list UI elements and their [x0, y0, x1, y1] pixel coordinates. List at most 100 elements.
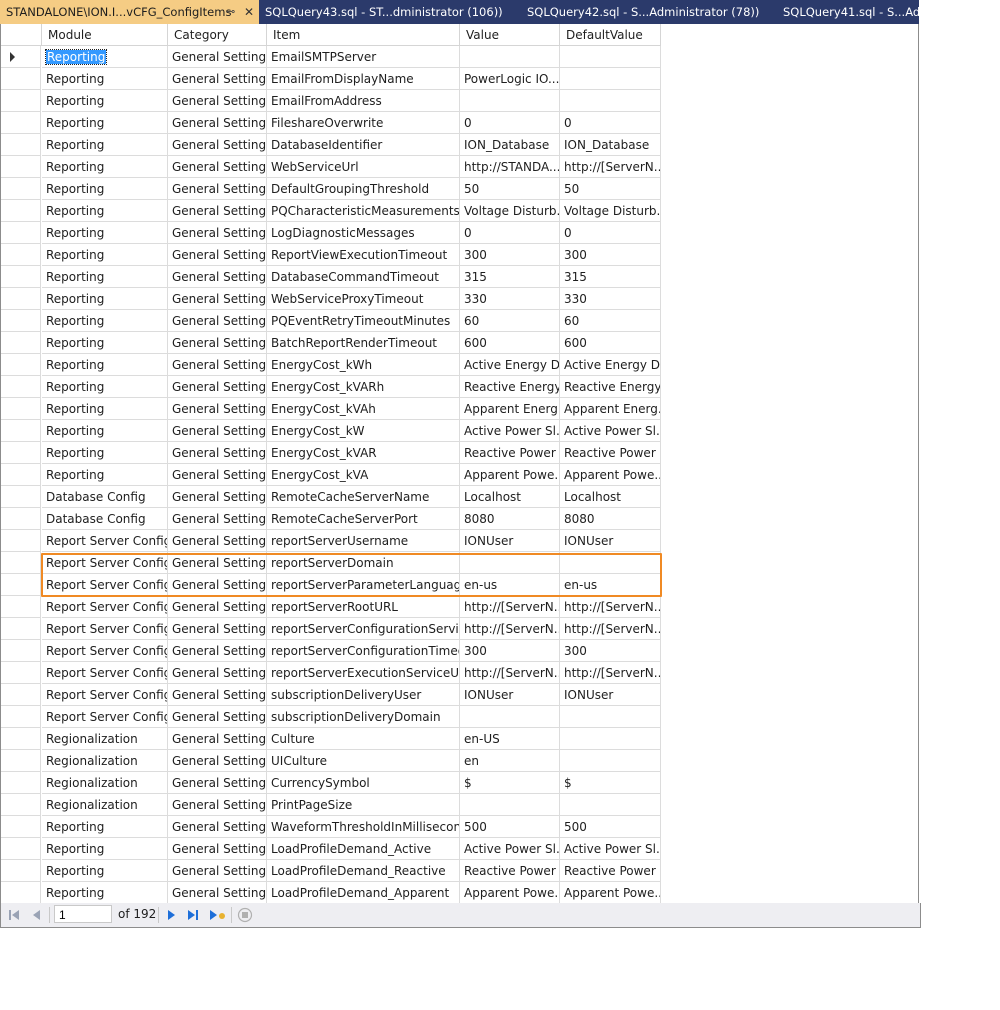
module-cell[interactable]: Report Server Config — [42, 640, 168, 662]
table-row[interactable]: Reporting General Settings EnergyCost_kVAh… — [1, 398, 661, 420]
value-cell[interactable]: Active Energy D... — [460, 354, 560, 376]
row-header[interactable] — [1, 464, 41, 486]
row-header[interactable] — [1, 662, 41, 684]
defaultvalue-cell[interactable]: Apparent Energ... — [560, 398, 661, 420]
category-cell[interactable]: General Settings — [168, 442, 267, 464]
defaultvalue-cell[interactable]: 300 — [560, 640, 661, 662]
previous-record-icon[interactable] — [30, 907, 44, 923]
table-row[interactable]: Report Server Config General Settings repo… — [1, 530, 661, 552]
row-header[interactable] — [1, 596, 41, 618]
item-cell[interactable]: WebServiceUrl — [267, 156, 460, 178]
table-row[interactable]: Reporting General Settings EnergyCost_kVAR… — [1, 442, 661, 464]
column-header-module[interactable]: Module — [42, 24, 168, 46]
defaultvalue-cell[interactable]: Reactive Power ... — [560, 442, 661, 464]
table-row[interactable]: Reporting General Settings LoadProfileDema… — [1, 838, 661, 860]
module-cell[interactable]: Reporting — [42, 222, 168, 244]
category-cell[interactable]: General Settings — [168, 860, 267, 882]
page-number-input[interactable]: 1 — [54, 905, 112, 923]
module-cell[interactable]: Reporting — [42, 420, 168, 442]
row-header[interactable] — [1, 530, 41, 552]
item-cell[interactable]: BatchReportRenderTimeout — [267, 332, 460, 354]
row-header[interactable] — [1, 816, 41, 838]
category-cell[interactable]: General Settings — [168, 772, 267, 794]
defaultvalue-cell[interactable] — [560, 706, 661, 728]
item-cell[interactable]: DatabaseCommandTimeout — [267, 266, 460, 288]
module-cell[interactable]: Reporting — [42, 134, 168, 156]
defaultvalue-cell[interactable] — [560, 794, 661, 816]
defaultvalue-cell[interactable]: 8080 — [560, 508, 661, 530]
value-cell[interactable]: 0 — [460, 112, 560, 134]
table-row[interactable]: Reporting General Settings EmailFromAddres… — [1, 90, 661, 112]
stop-icon[interactable] — [237, 907, 253, 923]
item-cell[interactable]: ReportViewExecutionTimeout — [267, 244, 460, 266]
module-cell[interactable]: Reporting — [42, 882, 168, 904]
category-cell[interactable]: General Settings — [168, 640, 267, 662]
row-header[interactable] — [1, 354, 41, 376]
category-cell[interactable]: General Settings — [168, 68, 267, 90]
category-cell[interactable]: General Settings — [168, 728, 267, 750]
value-cell[interactable]: Localhost — [460, 486, 560, 508]
item-cell[interactable]: subscriptionDeliveryDomain — [267, 706, 460, 728]
row-header[interactable] — [1, 552, 41, 574]
category-cell[interactable]: General Settings — [168, 222, 267, 244]
pin-icon[interactable]: ⊸ — [226, 0, 235, 24]
last-record-icon[interactable] — [186, 907, 200, 923]
category-cell[interactable]: General Settings — [168, 332, 267, 354]
module-cell[interactable]: Report Server Config — [42, 618, 168, 640]
value-cell[interactable]: en — [460, 750, 560, 772]
category-cell[interactable]: General Settings — [168, 398, 267, 420]
category-cell[interactable]: General Settings — [168, 266, 267, 288]
table-row[interactable]: Reporting General Settings FileshareOverwr… — [1, 112, 661, 134]
tab-sqlquery43[interactable]: SQLQuery43.sql - ST...dministrator (106)… — [259, 0, 521, 24]
category-cell[interactable]: General Settings — [168, 574, 267, 596]
new-record-icon[interactable] — [208, 907, 226, 923]
row-header[interactable] — [1, 486, 41, 508]
value-cell[interactable]: http://STANDA... — [460, 156, 560, 178]
value-cell[interactable]: IONUser — [460, 684, 560, 706]
table-row[interactable]: Reporting General Settings LoadProfileDema… — [1, 860, 661, 882]
category-cell[interactable]: General Settings — [168, 684, 267, 706]
table-row[interactable]: Regionalization General Settings PrintPage… — [1, 794, 661, 816]
item-cell[interactable]: PrintPageSize — [267, 794, 460, 816]
module-cell[interactable]: Reporting — [42, 68, 168, 90]
category-cell[interactable]: General Settings — [168, 354, 267, 376]
module-cell[interactable]: Reporting — [42, 332, 168, 354]
value-cell[interactable]: 315 — [460, 266, 560, 288]
defaultvalue-cell[interactable]: Active Energy D... — [560, 354, 661, 376]
table-row[interactable]: Report Server Config General Settings repo… — [1, 618, 661, 640]
item-cell[interactable]: reportServerExecutionServiceURL — [267, 662, 460, 684]
module-cell[interactable]: Database Config — [42, 508, 168, 530]
row-header[interactable] — [1, 860, 41, 882]
module-cell[interactable]: Reporting — [42, 860, 168, 882]
row-header[interactable] — [1, 838, 41, 860]
defaultvalue-cell[interactable]: 500 — [560, 816, 661, 838]
module-cell[interactable]: Reporting — [42, 816, 168, 838]
item-cell[interactable]: RemoteCacheServerPort — [267, 508, 460, 530]
item-cell[interactable]: RemoteCacheServerName — [267, 486, 460, 508]
defaultvalue-cell[interactable]: 60 — [560, 310, 661, 332]
row-header[interactable] — [1, 178, 41, 200]
defaultvalue-cell[interactable]: Apparent Powe... — [560, 464, 661, 486]
value-cell[interactable]: en-US — [460, 728, 560, 750]
table-row[interactable]: Reporting General Settings ReportViewExecu… — [1, 244, 661, 266]
table-row[interactable]: Regionalization General Settings Culture en… — [1, 728, 661, 750]
value-cell[interactable]: IONUser — [460, 530, 560, 552]
table-row[interactable]: Report Server Config General Settings subs… — [1, 684, 661, 706]
table-row[interactable]: Report Server Config General Settings repo… — [1, 640, 661, 662]
results-grid[interactable]: Module Category Item Value DefaultValue … — [0, 24, 919, 904]
tab-configitems[interactable]: STANDALONE\ION.I...vCFG_ConfigItems ⊸ ✕ — [0, 0, 259, 24]
defaultvalue-cell[interactable]: http://[ServerN... — [560, 156, 661, 178]
module-cell[interactable]: Regionalization — [42, 794, 168, 816]
column-header-defaultvalue[interactable]: DefaultValue — [560, 24, 661, 46]
row-header[interactable] — [1, 90, 41, 112]
module-cell[interactable]: Reporting — [42, 200, 168, 222]
category-cell[interactable]: General Settings — [168, 662, 267, 684]
value-cell[interactable]: 600 — [460, 332, 560, 354]
item-cell[interactable]: DefaultGroupingThreshold — [267, 178, 460, 200]
value-cell[interactable] — [460, 552, 560, 574]
module-cell[interactable]: Reporting — [42, 398, 168, 420]
module-cell[interactable]: Reporting — [42, 376, 168, 398]
item-cell[interactable]: EmailFromDisplayName — [267, 68, 460, 90]
module-cell[interactable]: Reporting — [42, 288, 168, 310]
module-cell[interactable]: Reporting — [42, 838, 168, 860]
